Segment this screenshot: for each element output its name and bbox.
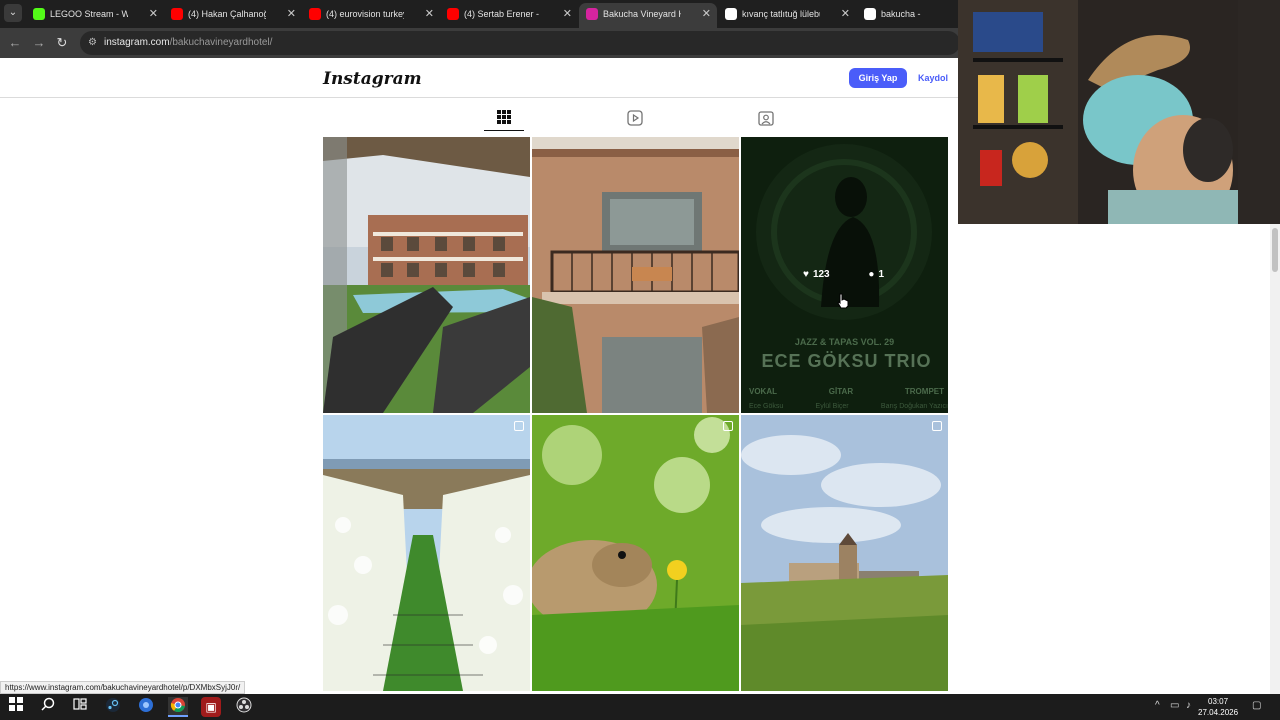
post-grid: JAZZ & TAPAS VOL. 29 ECE GÖKSU TRIO VOKA… — [323, 137, 948, 697]
forward-arrow-icon[interactable]: → — [30, 34, 48, 52]
address-bar[interactable]: ⚙ instagram.com/bakuchavineyardhotel/ — [80, 31, 960, 55]
notification-icon[interactable]: ▢ — [1252, 700, 1261, 711]
close-tab-icon[interactable]: ✕ — [702, 3, 711, 25]
multi-post-icon — [514, 421, 524, 431]
login-button[interactable]: Giriş Yap — [849, 68, 907, 88]
tab-posts-indicator — [484, 130, 524, 131]
search-icon[interactable] — [38, 697, 58, 717]
poster-name: Barış Doğukan Yazıcı — [880, 403, 948, 410]
google-icon — [725, 8, 737, 20]
tab-title: Bakucha Vineyard Hotel ( — [603, 9, 681, 19]
browser-tab[interactable]: LEGOO Stream - Watch Li ✕ — [26, 3, 164, 28]
poster-names: Ece Göksu Eylül Biçer Barış Doğukan Yazı… — [749, 403, 948, 410]
tab-title: (4) Sertab Erener - Everyw — [464, 9, 542, 19]
volume-icon[interactable]: ♪ — [1186, 700, 1191, 711]
instagram-logo[interactable]: Instagram — [323, 69, 422, 89]
obs-icon[interactable] — [234, 697, 254, 717]
url-path: /bakuchavineyardhotel/ — [169, 37, 273, 48]
youtube-icon — [447, 8, 459, 20]
close-tab-icon[interactable]: ✕ — [841, 3, 850, 25]
comment-icon: ● — [868, 269, 875, 280]
poster-role: TROMPET — [904, 387, 944, 396]
tab-title: bakucha - Google'da A — [881, 9, 922, 19]
webcam-overlay — [958, 0, 1280, 224]
task-view-icon[interactable] — [70, 697, 90, 717]
tab-title: (4) Hakan Çalhanoğlu İle — [188, 9, 266, 19]
poster-name: Ece Göksu — [749, 403, 784, 410]
youtube-icon — [171, 8, 183, 20]
post-thumbnail-hotel-pool[interactable] — [323, 137, 530, 413]
network-icon[interactable]: ▭ — [1170, 700, 1179, 711]
scrollbar[interactable] — [1270, 224, 1280, 694]
poster-role: VOKAL — [749, 387, 777, 396]
kick-icon — [33, 8, 45, 20]
tab-posts[interactable] — [484, 110, 524, 136]
tab-title: (4) eurovision turkey - Yo — [326, 9, 404, 19]
browser-tab[interactable]: bakucha - Google'da A — [857, 3, 958, 28]
post-thumbnail-blossom-orchard[interactable] — [323, 415, 530, 691]
heart-icon: ♥ — [803, 269, 809, 280]
url-host: instagram.com — [104, 37, 170, 48]
tab-search-chevron-icon[interactable]: ⌄ — [4, 4, 22, 22]
tab-reels[interactable] — [615, 110, 655, 136]
link-preview-status: https://www.instagram.com/bakuchavineyar… — [0, 681, 246, 694]
post-thumbnail-hilltop-hotel[interactable] — [741, 415, 948, 691]
close-tab-icon[interactable]: ✕ — [149, 3, 158, 25]
browser-tab[interactable]: kıvanç tatlıtuğ lüleburgaz ✕ — [718, 3, 856, 28]
poster-title: ECE GÖKSU TRIO — [761, 351, 932, 371]
comments-count: 1 — [878, 269, 885, 280]
poster-subtitle: JAZZ & TAPAS VOL. 29 — [794, 337, 895, 347]
multi-post-icon — [723, 421, 733, 431]
poster-role: GİTAR — [828, 387, 854, 396]
clock-time: 03:07 — [1208, 697, 1229, 706]
poster-roles: VOKAL GİTAR TROMPET — [749, 387, 944, 396]
tab-title: kıvanç tatlıtuğ lüleburgaz — [742, 9, 820, 19]
comments-stat: ● 1 — [868, 269, 902, 280]
reload-icon[interactable]: ↻ — [53, 34, 71, 52]
close-tab-icon[interactable]: ✕ — [563, 3, 572, 25]
scrollbar-thumb[interactable] — [1272, 228, 1278, 272]
multi-post-icon — [932, 421, 942, 431]
system-clock[interactable]: 03:07 27.04.2026 — [1198, 696, 1238, 718]
back-arrow-icon[interactable]: ← — [6, 34, 24, 52]
close-tab-icon[interactable]: ✕ — [425, 3, 434, 25]
browser-tab[interactable]: (4) Sertab Erener - Everyw ✕ — [440, 3, 578, 28]
likes-count: 123 — [812, 269, 830, 280]
reels-icon — [627, 110, 643, 126]
tab-title: LEGOO Stream - Watch Li — [50, 9, 128, 19]
windows-taskbar: ▣ ^ ▭ ♪ 03:07 27.04.2026 ▢ — [0, 694, 1280, 720]
google-icon — [864, 8, 876, 20]
tagged-icon — [758, 111, 774, 126]
clock-date: 27.04.2026 — [1198, 708, 1239, 717]
hand-cursor-icon — [837, 293, 849, 309]
post-thumbnail-balcony[interactable] — [532, 137, 739, 413]
profile-tabs — [323, 108, 947, 136]
site-info-icon[interactable]: ⚙ — [88, 31, 97, 55]
browser-tab[interactable]: (4) eurovision turkey - Yo ✕ — [302, 3, 440, 28]
app-icon[interactable] — [136, 697, 156, 717]
grid-icon — [497, 110, 511, 124]
hover-stats: ♥ 123 ● 1 — [803, 269, 920, 280]
instagram-icon — [586, 8, 598, 20]
post-thumbnail-ground-squirrel[interactable] — [532, 415, 739, 691]
steam-icon[interactable] — [103, 697, 123, 717]
instagram-header: Instagram Giriş Yap Kaydol — [0, 58, 958, 98]
chrome-icon[interactable] — [168, 697, 188, 717]
post-thumbnail-jazz-poster[interactable]: JAZZ & TAPAS VOL. 29 ECE GÖKSU TRIO VOKA… — [741, 137, 948, 413]
poster-name: Eylül Biçer — [815, 403, 849, 410]
close-tab-icon[interactable]: ✕ — [287, 3, 296, 25]
tray-chevron-icon[interactable]: ^ — [1155, 700, 1160, 711]
browser-tab[interactable]: (4) Hakan Çalhanoğlu İle ✕ — [164, 3, 302, 28]
likes-stat: ♥ 123 — [803, 269, 848, 280]
signup-link[interactable]: Kaydol — [918, 68, 948, 88]
browser-tab[interactable]: Bakucha Vineyard Hotel ( ✕ — [579, 3, 717, 28]
youtube-icon — [309, 8, 321, 20]
tab-tagged[interactable] — [746, 110, 786, 136]
red-app-icon[interactable]: ▣ — [201, 697, 221, 717]
windows-icon[interactable] — [6, 697, 26, 717]
